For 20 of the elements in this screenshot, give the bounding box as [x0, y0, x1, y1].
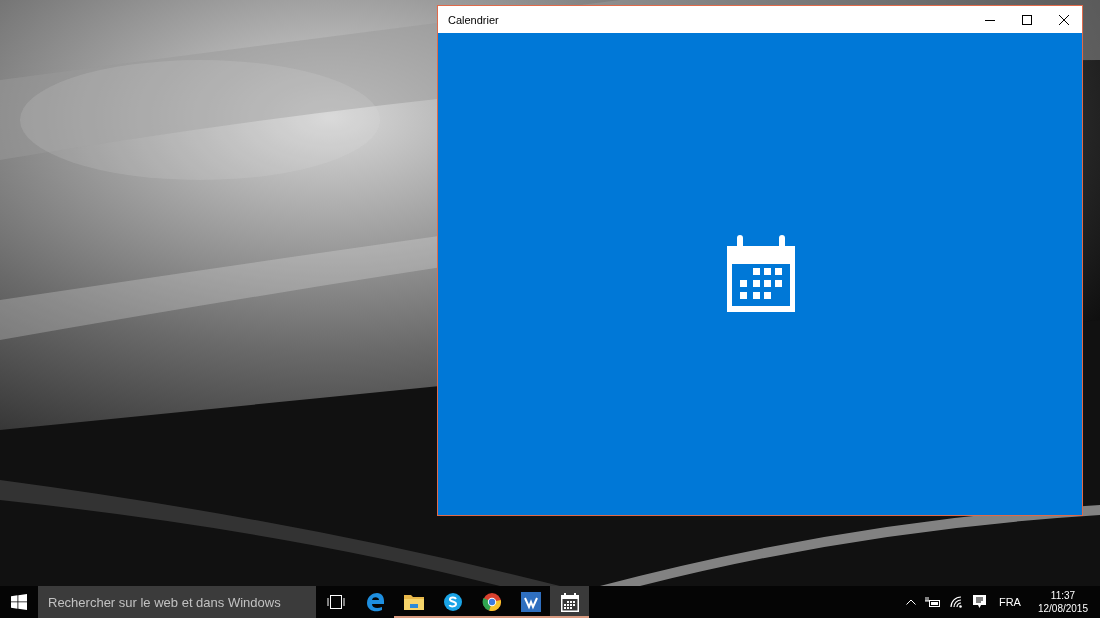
maximize-icon — [1021, 14, 1032, 25]
notification-icon[interactable] — [972, 595, 986, 609]
window-title: Calendrier — [447, 13, 500, 26]
windows-logo-icon — [11, 594, 27, 610]
clock[interactable]: 11:37 12/08/2015 — [1037, 589, 1088, 615]
calendar-icon — [726, 234, 795, 312]
calendar-icon — [560, 592, 579, 612]
language-indicator[interactable]: FRA — [998, 596, 1021, 608]
battery-icon[interactable] — [924, 597, 941, 607]
chevron-up-icon[interactable] — [905, 599, 916, 605]
edge-icon — [364, 592, 385, 612]
taskbar-app-button[interactable] — [550, 586, 589, 618]
folder-icon — [403, 593, 424, 611]
close-icon — [1058, 14, 1069, 25]
document-app-icon — [520, 592, 541, 612]
chrome-icon — [481, 592, 502, 612]
wifi-icon[interactable] — [949, 596, 964, 608]
task-view-icon — [326, 595, 345, 609]
search-field[interactable]: Rechercher sur le web et dans Windows — [38, 586, 316, 618]
skype-icon — [442, 592, 463, 612]
